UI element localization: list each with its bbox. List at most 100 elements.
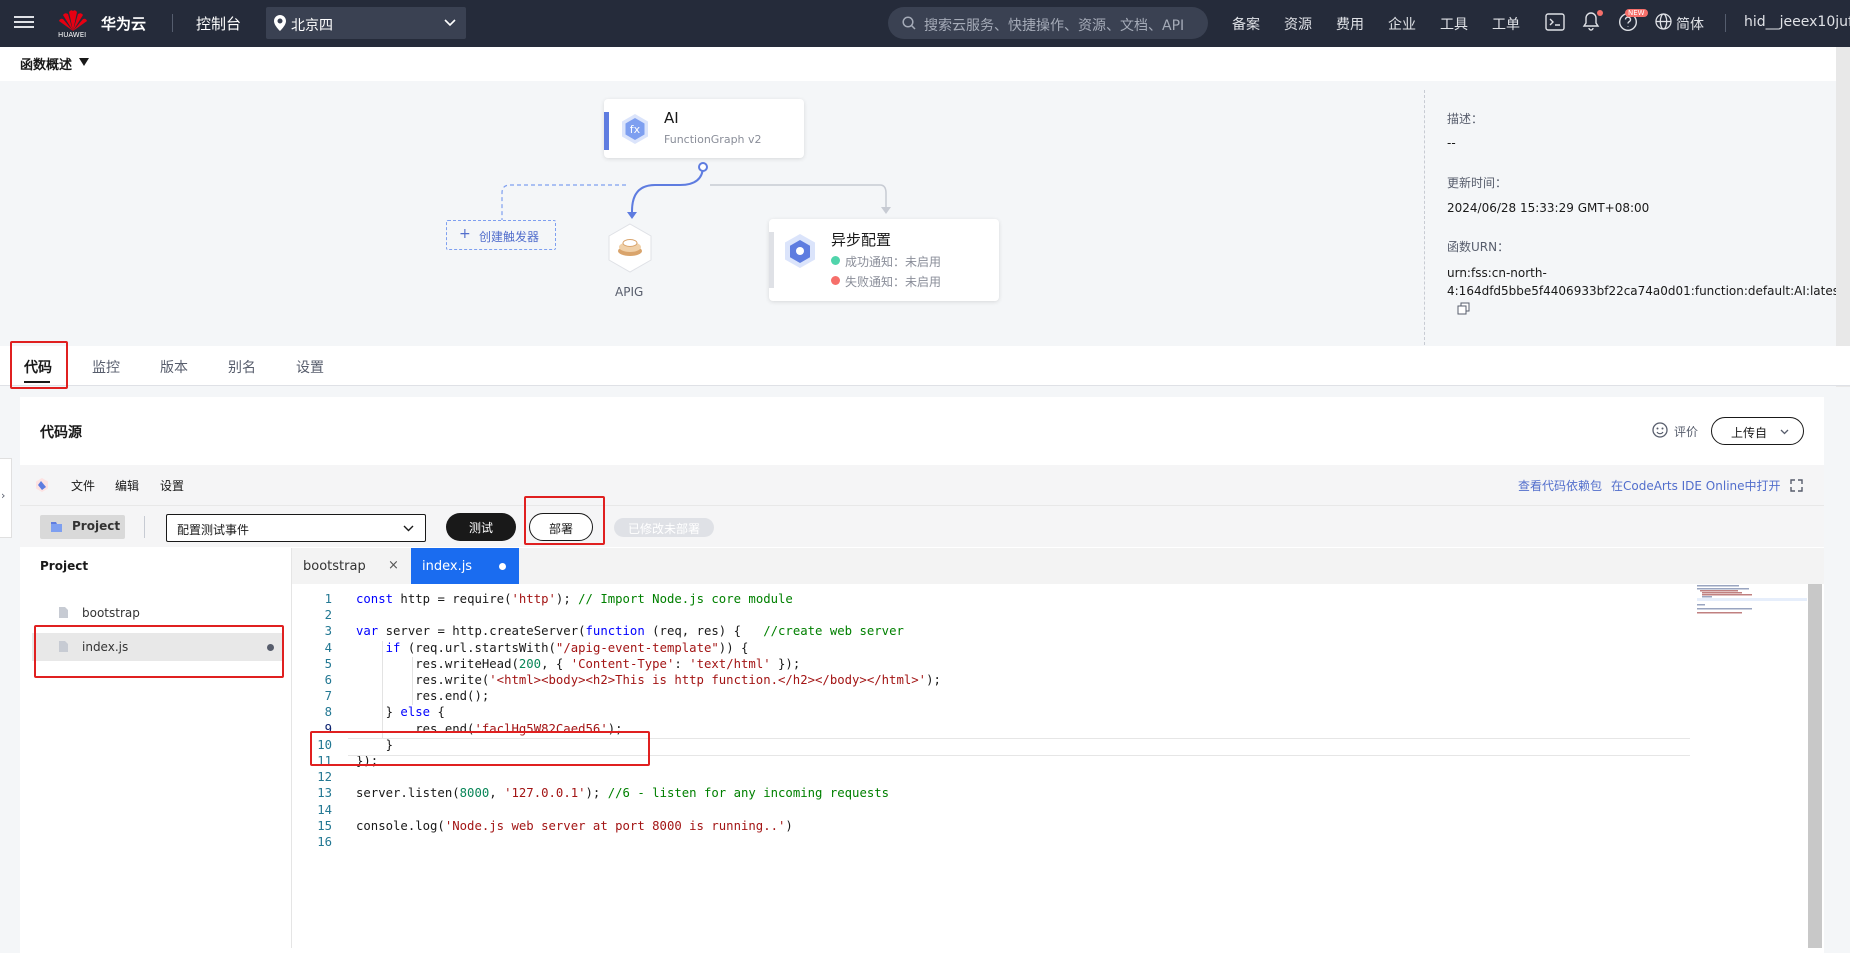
function-version: FunctionGraph v2 bbox=[664, 133, 762, 146]
test-event-select[interactable]: 配置测试事件 bbox=[166, 514, 426, 542]
line-number: 5 bbox=[324, 656, 332, 671]
terminal-icon[interactable] bbox=[1545, 13, 1565, 31]
code-source-title: 代码源 bbox=[40, 425, 82, 441]
open-codearts-link[interactable]: 在CodeArts IDE Online中打开 bbox=[1611, 477, 1781, 494]
nav-beian[interactable]: 备案 bbox=[1232, 14, 1260, 34]
nav-resources[interactable]: 资源 bbox=[1284, 14, 1312, 34]
failure-status-dot bbox=[831, 276, 840, 285]
project-button[interactable]: Project bbox=[40, 515, 125, 539]
file-icon bbox=[59, 607, 68, 618]
test-event-value: 配置测试事件 bbox=[177, 523, 250, 537]
view-dependencies-link[interactable]: 查看代码依赖包 bbox=[1518, 477, 1602, 494]
logo-text: HUAWEI bbox=[58, 31, 87, 39]
line-number: 14 bbox=[317, 802, 332, 817]
editor-scrollbar[interactable] bbox=[1808, 584, 1822, 948]
line-number: 16 bbox=[317, 835, 332, 849]
search-placeholder: 搜索云服务、快捷操作、资源、文档、API bbox=[924, 18, 1185, 34]
collapse-handle[interactable]: › bbox=[0, 458, 12, 538]
nav-enterprise[interactable]: 企业 bbox=[1388, 14, 1416, 34]
new-badge: NEW bbox=[1625, 9, 1648, 17]
breadcrumb[interactable]: 函数概述 bbox=[20, 54, 72, 73]
urn-value-line1: urn:fss:cn-north- bbox=[1447, 266, 1547, 280]
editor-tab-label: index.js bbox=[422, 559, 473, 574]
file-item-bootstrap[interactable]: bootstrap bbox=[38, 600, 278, 626]
tab-versions[interactable]: 版本 bbox=[160, 357, 188, 377]
menu-edit[interactable]: 编辑 bbox=[115, 477, 139, 494]
tab-monitoring[interactable]: 监控 bbox=[92, 357, 120, 377]
chevron-down-icon bbox=[444, 19, 456, 27]
create-trigger-label: 创建触发器 bbox=[479, 230, 540, 244]
project-button-label: Project bbox=[72, 519, 121, 533]
search-icon bbox=[902, 16, 916, 30]
code-line[interactable]: console.log('Node.js web server at port … bbox=[356, 819, 793, 833]
menu-file[interactable]: 文件 bbox=[71, 477, 95, 494]
upload-from-dropdown[interactable]: 上传自 bbox=[1711, 417, 1804, 445]
brand-name[interactable]: 华为云 bbox=[101, 13, 146, 34]
apig-label: APIG bbox=[615, 285, 644, 299]
nav-billing[interactable]: 费用 bbox=[1336, 14, 1364, 34]
nav-tickets[interactable]: 工单 bbox=[1492, 14, 1520, 34]
codearts-logo-icon bbox=[36, 478, 48, 492]
indent-guide bbox=[382, 640, 383, 738]
apig-trigger-node[interactable] bbox=[607, 223, 653, 273]
code-line[interactable]: res.writeHead(200, { 'Content-Type': 'te… bbox=[356, 657, 800, 671]
code-line[interactable]: if (req.url.startsWith("/apig-event-temp… bbox=[356, 641, 749, 655]
status-badge-label: 已修改未部署 bbox=[627, 522, 700, 536]
file-name: bootstrap bbox=[82, 606, 140, 620]
code-line[interactable]: res.write('<html><body><h2>This is http … bbox=[356, 673, 941, 687]
test-button[interactable]: 测试 bbox=[446, 513, 516, 541]
create-trigger-button[interactable]: + 创建触发器 bbox=[446, 220, 556, 250]
description-label: 描述： bbox=[1447, 112, 1484, 126]
async-config-title: 异步配置 bbox=[831, 231, 892, 249]
code-line[interactable]: const http = require('http'); // Import … bbox=[356, 592, 793, 606]
huawei-logo-icon[interactable] bbox=[58, 7, 88, 33]
code-line[interactable]: server.listen(8000, '127.0.0.1'); //6 - … bbox=[356, 786, 889, 800]
function-name: AI bbox=[664, 109, 679, 127]
nav-tools[interactable]: 工具 bbox=[1440, 14, 1468, 34]
divider bbox=[144, 516, 145, 538]
code-line[interactable]: } else { bbox=[356, 705, 445, 719]
notification-dot bbox=[1597, 10, 1603, 16]
line-number: 8 bbox=[324, 705, 332, 720]
function-node[interactable]: fx AI FunctionGraph v2 bbox=[604, 99, 804, 158]
caret-down-icon[interactable] bbox=[79, 58, 89, 66]
breadcrumb-bar bbox=[0, 47, 1850, 81]
line-number: 15 bbox=[317, 818, 332, 833]
urn-label: 函数URN： bbox=[1447, 240, 1510, 254]
tab-aliases[interactable]: 别名 bbox=[228, 357, 256, 377]
tab-settings[interactable]: 设置 bbox=[296, 357, 324, 377]
plus-icon: + bbox=[459, 226, 471, 242]
page-scrollbar[interactable] bbox=[1836, 47, 1850, 387]
editor-tab-bootstrap[interactable]: bootstrap × bbox=[292, 548, 411, 584]
copy-icon[interactable] bbox=[1457, 302, 1470, 315]
code-line[interactable]: var server = http.createServer(function … bbox=[356, 624, 904, 638]
divider bbox=[172, 14, 173, 32]
chevron-down-icon bbox=[1780, 429, 1789, 435]
editor-tab-label: bootstrap bbox=[303, 559, 366, 574]
menu-settings[interactable]: 设置 bbox=[160, 477, 184, 494]
async-config-node[interactable]: 异步配置 成功通知：未启用 失败通知：未启用 bbox=[769, 219, 999, 301]
code-content[interactable]: 1 const http = require('http'); // Import… bbox=[292, 584, 1692, 948]
highlight-box bbox=[34, 625, 284, 678]
project-icon bbox=[51, 522, 62, 532]
location-pin-icon bbox=[274, 15, 286, 31]
svg-text:fx: fx bbox=[630, 123, 641, 136]
region-label: 北京四 bbox=[291, 18, 333, 34]
code-minimap[interactable] bbox=[1697, 584, 1807, 624]
code-line[interactable]: res.end(); bbox=[356, 689, 489, 703]
user-account[interactable]: hid__jeeex10jufc bbox=[1744, 14, 1850, 30]
flow-connectors bbox=[501, 162, 891, 220]
line-number: 6 bbox=[324, 673, 332, 687]
global-search[interactable]: 搜索云服务、快捷操作、资源、文档、API bbox=[888, 7, 1208, 39]
highlight-box bbox=[310, 731, 650, 766]
highlight-box bbox=[10, 341, 68, 389]
close-icon[interactable]: × bbox=[388, 558, 399, 573]
menu-icon[interactable] bbox=[14, 13, 34, 33]
fullscreen-icon[interactable] bbox=[1790, 479, 1803, 492]
top-navigation-bar: HUAWEI 华为云 控制台 北京四 搜索云服务、快捷操作、资源、文档、API … bbox=[0, 0, 1850, 47]
region-selector[interactable]: 北京四 bbox=[266, 7, 466, 39]
console-link[interactable]: 控制台 bbox=[196, 13, 241, 34]
editor-tab-index-js[interactable]: index.js bbox=[411, 548, 519, 584]
feedback-link[interactable]: 评价 bbox=[1674, 423, 1698, 440]
language-switch[interactable]: 简体 bbox=[1676, 14, 1704, 34]
